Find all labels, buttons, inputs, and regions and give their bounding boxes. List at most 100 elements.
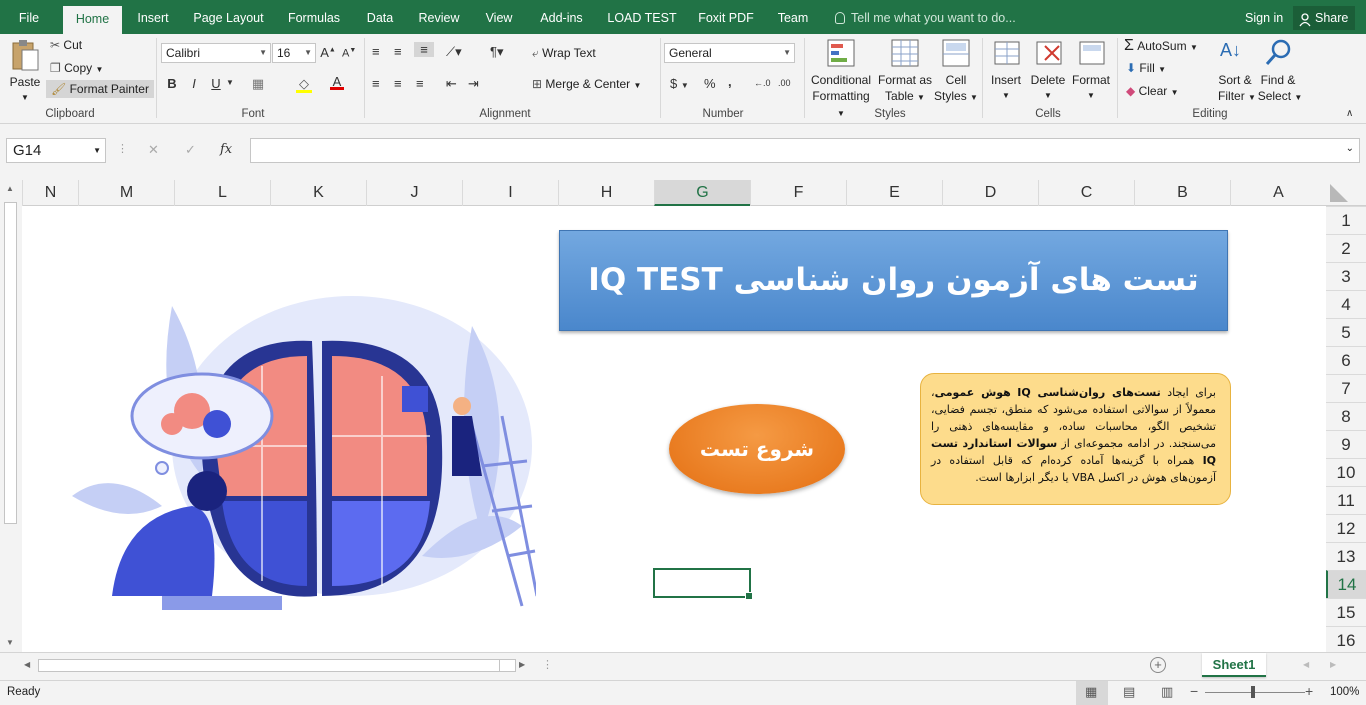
zoom-slider-thumb[interactable] bbox=[1251, 686, 1255, 698]
page-break-view-icon[interactable]: ▥ bbox=[1161, 684, 1173, 700]
row-header[interactable]: 9 bbox=[1326, 430, 1366, 458]
column-header[interactable]: H bbox=[558, 180, 654, 206]
format-as-table-button[interactable]: Format as Table ▼ bbox=[876, 38, 934, 106]
row-header[interactable]: 1 bbox=[1326, 206, 1366, 234]
wrap-text-button[interactable]: ⤶ Wrap Text bbox=[532, 46, 596, 61]
column-header[interactable]: K bbox=[270, 180, 366, 206]
decrease-decimal-icon[interactable]: .00 bbox=[778, 78, 791, 88]
align-bottom-icon[interactable]: ≡ bbox=[414, 42, 434, 57]
tab-team[interactable]: Team bbox=[772, 0, 814, 34]
scroll-left-icon[interactable]: ◀ bbox=[24, 660, 30, 669]
underline-button[interactable]: U bbox=[210, 76, 222, 91]
column-header[interactable]: A bbox=[1230, 180, 1326, 206]
font-size-select[interactable]: 16 ▼ bbox=[272, 43, 316, 63]
expand-formula-icon[interactable]: ⌄ bbox=[1346, 143, 1354, 154]
autosum-button[interactable]: Σ AutoSum ▼ bbox=[1124, 37, 1198, 55]
scroll-up-icon[interactable]: ▲ bbox=[6, 184, 14, 193]
increase-decimal-icon[interactable]: ←.0 bbox=[754, 78, 771, 88]
row-header[interactable]: 2 bbox=[1326, 234, 1366, 262]
grow-font-icon[interactable]: A▲ bbox=[320, 45, 336, 60]
row-header[interactable]: 4 bbox=[1326, 290, 1366, 318]
start-test-button[interactable]: شروع تست bbox=[669, 404, 845, 494]
find-select-button[interactable]: Find & Select ▼ bbox=[1256, 38, 1302, 106]
align-middle-icon[interactable]: ≡ bbox=[394, 44, 402, 59]
tab-view[interactable]: View bbox=[480, 0, 518, 34]
row-header[interactable]: 6 bbox=[1326, 346, 1366, 374]
column-header[interactable]: J bbox=[366, 180, 462, 206]
align-top-icon[interactable]: ≡ bbox=[372, 44, 380, 59]
tab-formulas[interactable]: Formulas bbox=[283, 0, 345, 34]
zoom-out-icon[interactable]: − bbox=[1190, 683, 1198, 699]
scrollbar-thumb[interactable] bbox=[499, 660, 513, 671]
currency-button[interactable]: $ ▼ bbox=[670, 76, 689, 91]
column-header[interactable]: F bbox=[750, 180, 846, 206]
font-color-icon[interactable]: A bbox=[330, 74, 344, 90]
row-header[interactable]: 14 bbox=[1326, 570, 1366, 598]
column-header[interactable]: D bbox=[942, 180, 1038, 206]
row-header[interactable]: 5 bbox=[1326, 318, 1366, 346]
row-header[interactable]: 11 bbox=[1326, 486, 1366, 514]
column-header[interactable]: N bbox=[22, 180, 78, 206]
percent-button[interactable]: % bbox=[704, 76, 716, 91]
cancel-icon[interactable]: ✕ bbox=[148, 142, 159, 158]
row-header[interactable]: 12 bbox=[1326, 514, 1366, 542]
column-header[interactable]: M bbox=[78, 180, 174, 206]
scroll-right-icon[interactable]: ▶ bbox=[519, 660, 525, 669]
fill-color-icon[interactable]: ◇ bbox=[296, 76, 312, 93]
decrease-indent-icon[interactable]: ⇤ bbox=[446, 76, 457, 92]
shrink-font-icon[interactable]: A▼ bbox=[342, 47, 356, 60]
scroll-down-icon[interactable]: ▼ bbox=[6, 638, 14, 647]
merge-center-button[interactable]: ⊞ Merge & Center ▼ bbox=[532, 77, 641, 91]
insert-cells-button[interactable]: Insert ▼ bbox=[986, 38, 1026, 106]
zoom-level[interactable]: 100% bbox=[1330, 686, 1359, 698]
row-header[interactable]: 3 bbox=[1326, 262, 1366, 290]
sheet-tab[interactable]: Sheet1 bbox=[1202, 653, 1266, 677]
tab-foxit[interactable]: Foxit PDF bbox=[695, 0, 757, 34]
tab-data[interactable]: Data bbox=[362, 0, 398, 34]
tab-page-layout[interactable]: Page Layout bbox=[190, 0, 267, 34]
name-box[interactable]: G14 ▼ bbox=[6, 138, 106, 163]
row-header[interactable]: 7 bbox=[1326, 374, 1366, 402]
row-header[interactable]: 8 bbox=[1326, 402, 1366, 430]
column-header[interactable]: L bbox=[174, 180, 270, 206]
next-sheet-icon[interactable]: ▶ bbox=[1330, 660, 1336, 669]
insert-function-icon[interactable]: fx bbox=[220, 142, 232, 157]
column-header[interactable]: I bbox=[462, 180, 558, 206]
cell-styles-button[interactable]: Cell Styles ▼ bbox=[934, 38, 978, 106]
column-header[interactable]: G bbox=[654, 180, 750, 206]
bold-button[interactable]: B bbox=[166, 76, 178, 91]
zoom-slider[interactable] bbox=[1205, 686, 1305, 698]
enter-icon[interactable]: ✓ bbox=[185, 142, 196, 158]
copy-button[interactable]: ❐ Copy ▼ bbox=[50, 61, 103, 75]
row-header[interactable]: 16 bbox=[1326, 626, 1366, 654]
vertical-scrollbar[interactable]: ▲ ▼ bbox=[0, 180, 22, 652]
sort-filter-button[interactable]: A↓ Sort & Filter ▼ bbox=[1214, 38, 1256, 106]
normal-view-icon[interactable]: ▦ bbox=[1076, 681, 1108, 705]
page-layout-view-icon[interactable]: ▤ bbox=[1123, 684, 1135, 700]
horizontal-scrollbar[interactable] bbox=[38, 659, 516, 672]
format-painter-button[interactable]: 🖌 Format Painter bbox=[46, 80, 154, 98]
number-format-select[interactable]: General ▼ bbox=[664, 43, 795, 63]
sign-in-link[interactable]: Sign in bbox=[1245, 0, 1283, 36]
column-header[interactable]: E bbox=[846, 180, 942, 206]
tell-me-box[interactable]: Tell me what you want to do... bbox=[835, 0, 1016, 34]
scrollbar-thumb[interactable] bbox=[4, 202, 17, 524]
borders-icon[interactable]: ▦ bbox=[250, 76, 266, 92]
row-header[interactable]: 15 bbox=[1326, 598, 1366, 626]
select-all-corner[interactable] bbox=[1326, 180, 1366, 206]
cut-button[interactable]: ✂ Cut bbox=[50, 38, 82, 52]
comma-button[interactable]: , bbox=[728, 74, 732, 89]
row-header[interactable]: 13 bbox=[1326, 542, 1366, 570]
format-cells-button[interactable]: Format ▼ bbox=[1070, 38, 1112, 106]
tab-review[interactable]: Review bbox=[414, 0, 464, 34]
column-header[interactable]: C bbox=[1038, 180, 1134, 206]
orientation-icon[interactable]: ⟋▾ bbox=[446, 44, 462, 60]
tab-home[interactable]: Home bbox=[63, 6, 122, 34]
tab-load-test[interactable]: LOAD TEST bbox=[605, 0, 679, 34]
add-sheet-icon[interactable]: + bbox=[1150, 657, 1166, 673]
column-header[interactable]: B bbox=[1134, 180, 1230, 206]
tab-file[interactable]: File bbox=[8, 0, 50, 34]
delete-cells-button[interactable]: Delete ▼ bbox=[1028, 38, 1068, 106]
clear-button[interactable]: ◆ Clear ▼ bbox=[1126, 84, 1179, 98]
formula-input[interactable]: ⌄ bbox=[250, 138, 1360, 163]
